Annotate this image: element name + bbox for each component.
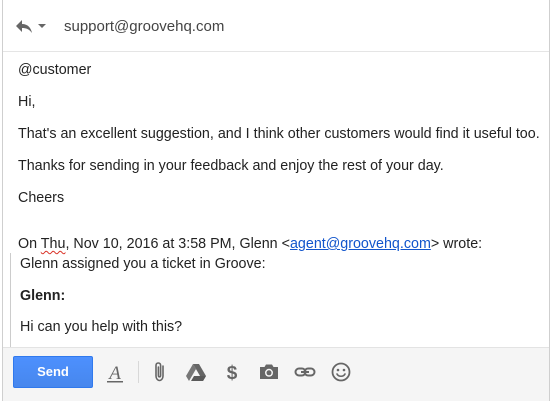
svg-text:$: $	[227, 363, 238, 384]
link-icon[interactable]	[293, 360, 317, 384]
money-icon[interactable]: $	[220, 360, 244, 384]
quote-email-link[interactable]: agent@groovehq.com	[290, 236, 431, 252]
camera-icon[interactable]	[257, 360, 281, 384]
quote-attribution: On Thu, Nov 10, 2016 at 3:58 PM, Glenn <…	[18, 236, 482, 253]
svg-text:A: A	[107, 363, 121, 384]
send-button[interactable]: Send	[13, 356, 93, 388]
paragraph-2: Thanks for sending in your feedback and …	[18, 158, 444, 174]
mention-text: @customer	[18, 62, 92, 78]
greeting-text: Hi,	[18, 94, 36, 110]
emoji-icon[interactable]	[329, 360, 353, 384]
compose-header: support@groovehq.com	[3, 0, 549, 52]
quote-suffix: > wrote:	[430, 236, 483, 252]
quoted-line-1: Glenn assigned you a ticket in Groove:	[20, 256, 266, 272]
signoff-text: Cheers	[18, 190, 65, 206]
toolbar-divider	[138, 361, 139, 383]
reply-type-button[interactable]	[14, 17, 50, 37]
quote-prefix: On	[18, 236, 41, 252]
attach-icon[interactable]	[148, 360, 172, 384]
compose-toolbar: Send A $	[3, 347, 549, 401]
quote-middle: , Nov 10, 2016 at 3:58 PM, Glenn <	[65, 236, 290, 252]
paragraph-1: That's an excellent suggestion, and I th…	[18, 126, 540, 142]
drive-icon[interactable]	[184, 360, 208, 384]
reply-icon	[16, 20, 46, 33]
recipient-address[interactable]: support@groovehq.com	[64, 17, 224, 37]
compose-window: support@groovehq.com @customer Hi, That'…	[2, 0, 550, 401]
chevron-down-icon	[38, 24, 46, 28]
quoted-author: Glenn:	[20, 288, 66, 304]
quoted-line-2: Hi can you help with this?	[20, 319, 183, 335]
quote-day: Thu	[40, 236, 66, 252]
quoted-message: Glenn assigned you a ticket in Groove: G…	[10, 253, 546, 348]
formatting-icon[interactable]: A	[103, 360, 127, 384]
